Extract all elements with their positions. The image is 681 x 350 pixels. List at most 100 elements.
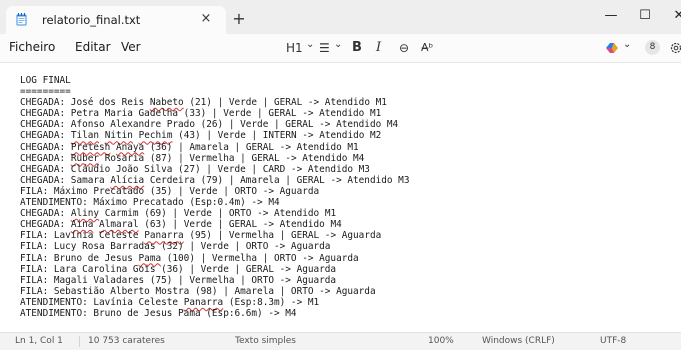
document-line: ATENDIMENTO: Bruno de Jesus Pama (Esp:6.…: [20, 308, 409, 319]
minimize-button[interactable]: —: [600, 6, 622, 26]
line-text: (100) | Vermelha | ORTO -> Aguarda: [161, 252, 359, 264]
line-text: LOG FINAL: [20, 75, 71, 86]
line-text: (Esp:8.3m) -> M1: [223, 296, 320, 308]
line-text: (43) | Verde | INTERN -> Atendido M2: [172, 130, 382, 142]
line-text: ATENDIMENTO: Lavínia Celeste: [20, 296, 184, 308]
line-text: CHEGADA:: [20, 152, 71, 164]
new-tab-button[interactable]: +: [230, 10, 248, 28]
line-text: CHEGADA: Samara: [20, 174, 111, 186]
misspelled-word: Pretesh: [70, 141, 111, 153]
line-text: (21) | Verde | GERAL -> Atendido M1: [183, 97, 387, 109]
line-text: FILA: Máximo Precatado (35) | Verde | OR…: [20, 185, 320, 197]
misspelled-word: Panarra: [144, 230, 184, 242]
line-text: CHEGADA:: [20, 130, 71, 142]
heading-button[interactable]: H1: [286, 39, 303, 57]
line-text: FILA: Bruno de Jesus: [20, 252, 139, 264]
line-text: FILA: Lucy Rosa Barradas (32) | Verde | …: [20, 241, 331, 253]
clear-formatting-icon[interactable]: A̶ᵇ: [421, 39, 433, 57]
document-content[interactable]: LOG FINAL ========= CHEGADA: José dos Reis…: [20, 75, 409, 319]
line-text: ATENDIMENTO: Máximo Precatado (Esp:0.4m)…: [20, 197, 280, 209]
status-divider: [79, 336, 80, 347]
line-text: CHEGADA: Petra Maria Gadelha (33) | Verd…: [20, 108, 382, 120]
zoom-level[interactable]: 100%: [428, 336, 454, 346]
notepad-icon: [16, 13, 27, 26]
list-icon[interactable]: ☰: [319, 39, 330, 57]
line-text: (95) | Vermelha | GERAL -> Aguarda: [183, 230, 382, 242]
menu-file[interactable]: Ficheiro: [9, 40, 55, 54]
document-line: FILA: Lucy Rosa Barradas (32) | Verde | …: [20, 241, 409, 252]
document-line: ATENDIMENTO: Lavínia Celeste Panarra (Es…: [20, 297, 409, 308]
cursor-position[interactable]: Ln 1, Col 1: [15, 336, 63, 346]
misspelled-word: Almaral: [99, 219, 139, 231]
document-line: CHEGADA: Petra Maria Gadelha (33) | Verd…: [20, 108, 409, 119]
account-icon[interactable]: 8: [645, 40, 660, 55]
document-line: FILA: Máximo Precatado (35) | Verde | OR…: [20, 186, 409, 197]
document-line: CHEGADA: Aliny Carmim (69) | Verde | ORT…: [20, 208, 409, 219]
document-line: CHEGADA: Pretesh Anaya (36) | Amarela | …: [20, 142, 409, 153]
line-text: (63) | Verde | GERAL -> Atendido M4: [138, 219, 342, 231]
misspelled-word: Aina: [70, 219, 94, 231]
line-text: CHEGADA:: [20, 219, 71, 231]
line-text: CHEGADA:: [20, 208, 71, 220]
line-text: FILA: Lara Carolina Gois (36) | Verde | …: [20, 263, 337, 275]
document-line: FILA: Lara Carolina Gois (36) | Verde | …: [20, 264, 409, 275]
copilot-chevron-icon[interactable]: ⌄: [623, 36, 631, 54]
encoding[interactable]: UTF-8: [600, 336, 626, 346]
title-bar: relatorio_final.txt × + — ☐ ✕: [0, 0, 681, 34]
document-line: FILA: Bruno de Jesus Pama (100) | Vermel…: [20, 253, 409, 264]
window-close-button[interactable]: ✕: [668, 6, 681, 26]
misspelled-word: Ruber: [70, 152, 100, 164]
document-line: ATENDIMENTO: Máximo Precatado (Esp:0.4m)…: [20, 197, 409, 208]
misspelled-word: Alícia: [110, 174, 145, 186]
misspelled-word: Pechim: [138, 130, 173, 142]
document-line: FILA: Lavínia Celeste Panarra (95) | Ver…: [20, 230, 409, 241]
character-count: 10 753 carateres: [88, 336, 165, 346]
text-editor[interactable]: LOG FINAL ========= CHEGADA: José dos Reis…: [0, 62, 681, 333]
document-line: CHEGADA: Afonso Alexandre Prado (26) | V…: [20, 119, 409, 130]
document-line: LOG FINAL: [20, 75, 409, 86]
line-text: CHEGADA: José dos Reis: [20, 97, 150, 109]
menu-bar: Ficheiro Editar Ver H1 ⌄ ☰ ⌄ B I ⊖ A̶ᵇ ⌄…: [0, 34, 681, 62]
menu-view[interactable]: Ver: [121, 40, 141, 54]
document-line: FILA: Magali Valadares (75) | Vermelha |…: [20, 275, 409, 286]
line-text: Cerdeira (79) | Amarela | GERAL -> Atend…: [144, 174, 410, 186]
list-chevron-icon[interactable]: ⌄: [334, 36, 342, 54]
tab-title: relatorio_final.txt: [42, 13, 141, 27]
settings-gear-icon[interactable]: [670, 42, 681, 54]
bold-button[interactable]: B: [352, 39, 362, 57]
tab-close-icon[interactable]: ×: [198, 11, 214, 27]
heading-chevron-icon[interactable]: ⌄: [306, 36, 314, 54]
misspelled-word: Tilan: [70, 130, 100, 142]
misspelled-word: Nitin: [104, 130, 133, 142]
document-line: CHEGADA: Tilan Nitin Pechim (43) | Verde…: [20, 130, 409, 141]
misspelled-word: Nabeto: [149, 97, 184, 109]
line-text: Rosaria (87) | Vermelha | GERAL -> Atend…: [99, 152, 365, 164]
line-text: (36) | Amarela | GERAL -> Atendido M1: [144, 141, 359, 153]
line-text: ATENDIMENTO: Bruno de Jesus Pama (Esp:6.…: [20, 307, 297, 319]
menu-edit[interactable]: Editar: [75, 40, 111, 54]
document-line: FILA: Sebastião Alberto Mostra (98) | Am…: [20, 286, 409, 297]
line-ending[interactable]: Windows (CRLF): [482, 336, 555, 346]
link-icon[interactable]: ⊖: [399, 39, 409, 57]
line-text: FILA: Magali Valadares (75) | Vermelha |…: [20, 274, 337, 286]
document-line: CHEGADA: Samara Alícia Cerdeira (79) | A…: [20, 175, 409, 186]
document-line: CHEGADA: Aina Almaral (63) | Verde | GER…: [20, 219, 409, 230]
document-format[interactable]: Texto simples: [235, 336, 296, 346]
line-text: CHEGADA:: [20, 141, 71, 153]
line-text: CHEGADA: Cláudio João Silva (27) | Verde…: [20, 163, 370, 175]
line-text: =========: [20, 86, 71, 98]
status-bar: Ln 1, Col 1 10 753 carateres Texto simpl…: [0, 332, 681, 350]
line-text: FILA: Lavínia Celeste: [20, 230, 145, 242]
document-line: =========: [20, 86, 409, 97]
maximize-button[interactable]: ☐: [634, 6, 656, 26]
line-text: Carmim (69) | Verde | ORTO -> Atendido M…: [99, 208, 337, 220]
copilot-icon[interactable]: [605, 42, 619, 54]
misspelled-word: Aliny: [70, 208, 100, 220]
line-text: CHEGADA: Afonso Alexandre Prado (26) | V…: [20, 119, 399, 131]
misspelled-word: Panarra: [183, 296, 224, 308]
line-text: FILA: Sebastião Alberto Mostra (98) | Am…: [20, 285, 376, 297]
document-line: CHEGADA: Cláudio João Silva (27) | Verde…: [20, 164, 409, 175]
document-line: CHEGADA: Ruber Rosaria (87) | Vermelha |…: [20, 153, 409, 164]
italic-button[interactable]: I: [376, 39, 381, 57]
document-tab[interactable]: relatorio_final.txt ×: [6, 6, 226, 34]
